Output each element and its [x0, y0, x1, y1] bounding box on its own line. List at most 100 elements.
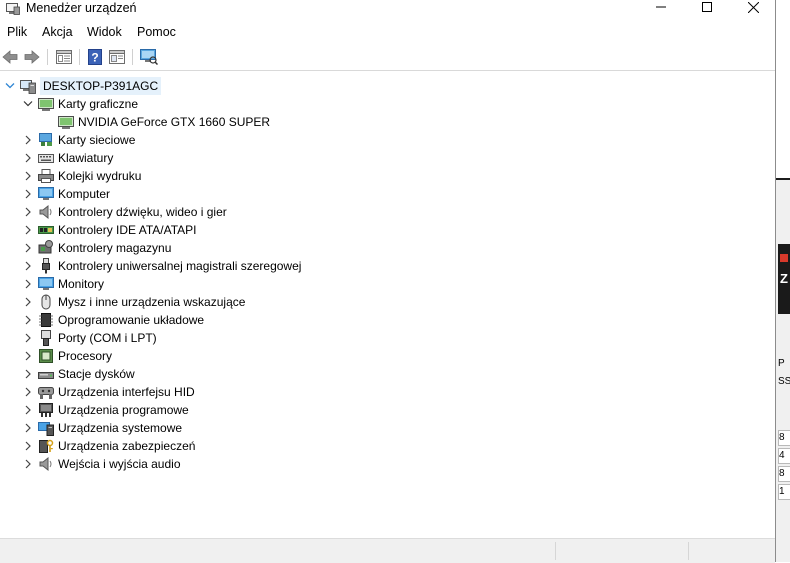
tree-category-label: Monitory	[58, 277, 105, 291]
chevron-right-icon[interactable]	[22, 458, 34, 470]
tree-category[interactable]: Kontrolery magazynu	[22, 239, 171, 257]
chevron-right-icon[interactable]	[22, 170, 34, 182]
chevron-down-icon[interactable]	[4, 80, 16, 92]
close-icon	[747, 1, 759, 13]
tree-category-label: Karty sieciowe	[58, 133, 136, 147]
device-manager-window: Menedżer urządzeń Plik Akcja Widok Pomoc	[0, 0, 776, 563]
tree-category[interactable]: Monitory	[22, 275, 104, 293]
chevron-right-icon[interactable]	[22, 278, 34, 290]
tree-category[interactable]: Kontrolery IDE ATA/ATAPI	[22, 221, 197, 239]
system-device-icon	[38, 420, 54, 436]
tree-category-label: Mysz i inne urządzenia wskazujące	[58, 295, 246, 309]
tree-category[interactable]: Urządzenia programowe	[22, 401, 189, 419]
hid-icon	[38, 384, 54, 400]
tree-device-gpu[interactable]: NVIDIA GeForce GTX 1660 SUPER	[58, 113, 270, 131]
monitor-icon	[38, 186, 54, 202]
tree-category[interactable]: Kolejki wydruku	[22, 167, 141, 185]
ide-controller-icon	[38, 222, 54, 238]
svg-text:?: ?	[91, 51, 98, 65]
background-window: Z P SSE 8 4 8 1	[776, 0, 790, 562]
processor-icon	[38, 348, 54, 364]
printer-icon	[38, 168, 54, 184]
tree-category[interactable]: Oprogramowanie układowe	[22, 311, 204, 329]
chevron-right-icon[interactable]	[22, 422, 34, 434]
help-icon: ?	[88, 49, 102, 65]
scan-hardware-button[interactable]	[140, 48, 158, 66]
minimize-button[interactable]	[638, 0, 684, 14]
chevron-right-icon[interactable]	[22, 350, 34, 362]
chevron-right-icon[interactable]	[22, 224, 34, 236]
tree-root[interactable]: DESKTOP-P391AGC	[4, 77, 162, 95]
chevron-right-icon[interactable]	[22, 188, 34, 200]
chevron-down-icon[interactable]	[22, 98, 34, 110]
tree-category[interactable]: Stacje dysków	[22, 365, 135, 383]
chevron-right-icon[interactable]	[22, 242, 34, 254]
speaker-icon	[38, 456, 54, 472]
menu-action[interactable]: Akcja	[42, 22, 73, 42]
chevron-right-icon[interactable]	[22, 368, 34, 380]
back-arrow-icon	[2, 50, 18, 64]
background-label: SSE	[778, 376, 790, 387]
maximize-button[interactable]	[684, 0, 730, 14]
network-adapter-icon	[38, 132, 54, 148]
view-button[interactable]	[108, 48, 126, 66]
chevron-right-icon[interactable]	[22, 134, 34, 146]
forward-button[interactable]	[23, 48, 41, 66]
tree-category[interactable]: Porty (COM i LPT)	[22, 329, 157, 347]
display-adapter-icon	[38, 96, 54, 112]
usb-icon	[38, 258, 54, 274]
properties-button[interactable]	[55, 48, 73, 66]
background-cell: 4	[778, 448, 790, 464]
back-button[interactable]	[1, 48, 19, 66]
forward-arrow-icon	[24, 50, 40, 64]
tree-category[interactable]: Mysz i inne urządzenia wskazujące	[22, 293, 245, 311]
menu-help[interactable]: Pomoc	[137, 22, 176, 42]
background-logo: Z	[778, 244, 790, 314]
firmware-chip-icon	[38, 312, 54, 328]
menu-bar: Plik Akcja Widok Pomoc	[0, 22, 775, 42]
tree-category-label: Urządzenia programowe	[58, 403, 189, 417]
computer-icon	[20, 78, 36, 94]
chevron-right-icon[interactable]	[22, 404, 34, 416]
chevron-right-icon[interactable]	[22, 260, 34, 272]
title-bar[interactable]: Menedżer urządzeń	[0, 0, 775, 20]
tree-category[interactable]: Kontrolery dźwięku, wideo i gier	[22, 203, 227, 221]
menu-file[interactable]: Plik	[7, 22, 27, 42]
tree-category[interactable]: Urządzenia interfejsu HID	[22, 383, 195, 401]
tree-category-label: Urządzenia zabezpieczeń	[58, 439, 196, 453]
monitor-icon	[38, 276, 54, 292]
tree-category-label: Urządzenia systemowe	[58, 421, 183, 435]
tree-category[interactable]: Komputer	[22, 185, 110, 203]
tree-category[interactable]: Urządzenia systemowe	[22, 419, 182, 437]
background-label: P	[778, 358, 785, 369]
chevron-right-icon[interactable]	[22, 206, 34, 218]
tree-category-label: Komputer	[58, 187, 111, 201]
chevron-right-icon[interactable]	[22, 152, 34, 164]
tree-category-label: Oprogramowanie układowe	[58, 313, 205, 327]
chevron-right-icon[interactable]	[22, 386, 34, 398]
chevron-right-icon[interactable]	[22, 314, 34, 326]
tree-category-label: Kontrolery dźwięku, wideo i gier	[58, 205, 227, 219]
close-button[interactable]	[730, 0, 776, 14]
tree-category-label: Kontrolery IDE ATA/ATAPI	[58, 223, 197, 237]
tree-category-label: Kolejki wydruku	[58, 169, 142, 183]
tree-category[interactable]: Karty sieciowe	[22, 131, 135, 149]
tree-category[interactable]: Procesory	[22, 347, 112, 365]
tree-root-label: DESKTOP-P391AGC	[40, 77, 162, 95]
menu-view[interactable]: Widok	[87, 22, 122, 42]
tree-category[interactable]: Kontrolery uniwersalnej magistrali szere…	[22, 257, 301, 275]
tree-category[interactable]: Klawiatury	[22, 149, 113, 167]
tree-device-label: NVIDIA GeForce GTX 1660 SUPER	[78, 115, 271, 129]
toolbar: ?	[0, 44, 775, 71]
tree-category[interactable]: Wejścia i wyjścia audio	[22, 455, 181, 473]
window-title: Menedżer urządzeń	[26, 1, 137, 15]
tree-category-label: Klawiatury	[58, 151, 114, 165]
tree-category[interactable]: Urządzenia zabezpieczeń	[22, 437, 195, 455]
chevron-right-icon[interactable]	[22, 332, 34, 344]
keyboard-icon	[38, 150, 54, 166]
chevron-right-icon[interactable]	[22, 440, 34, 452]
chevron-right-icon[interactable]	[22, 296, 34, 308]
device-manager-app-icon	[6, 3, 20, 15]
tree-category-display-adapters[interactable]: Karty graficzne	[22, 95, 138, 113]
help-button[interactable]: ?	[86, 48, 104, 66]
